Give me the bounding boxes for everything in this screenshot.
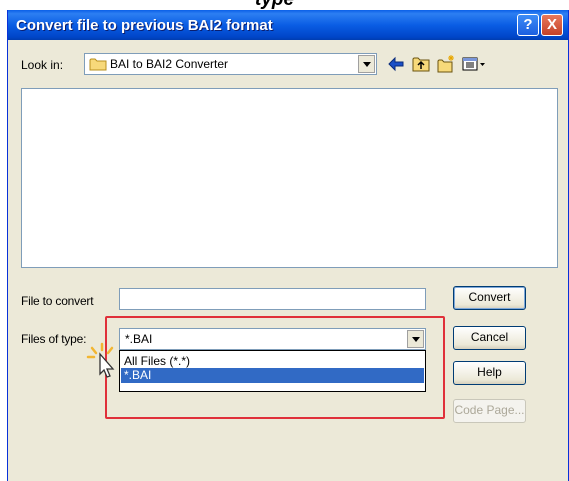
look-in-combobox[interactable]: BAI to BAI2 Converter	[84, 53, 377, 75]
help-title-button[interactable]: ?	[517, 14, 539, 36]
convert-button[interactable]: Convert	[453, 286, 526, 310]
folder-icon	[89, 58, 107, 71]
chevron-down-icon	[363, 62, 371, 67]
dialog-title: Convert file to previous BAI2 format	[16, 17, 273, 34]
back-arrow-icon[interactable]	[386, 54, 406, 74]
new-folder-icon[interactable]	[436, 54, 456, 74]
close-title-button[interactable]: X	[541, 14, 563, 36]
cancel-button[interactable]: Cancel	[453, 326, 526, 350]
cursor-click-icon	[86, 342, 115, 378]
code-page-button[interactable]: Code Page...	[453, 399, 526, 423]
cropped-text: type	[255, 0, 294, 10]
cropped-heading-fragment: type	[0, 0, 569, 10]
file-to-convert-input[interactable]	[119, 288, 426, 310]
file-list-pane[interactable]	[21, 88, 558, 268]
look-in-value: BAI to BAI2 Converter	[110, 57, 229, 71]
files-of-type-label: Files of type:	[21, 332, 87, 346]
red-highlight-annotation	[105, 316, 445, 419]
file-to-convert-label: File to convert	[21, 294, 94, 308]
look-in-dropdown-button[interactable]	[358, 55, 375, 73]
view-menu-icon[interactable]	[461, 54, 487, 74]
help-button[interactable]: Help	[453, 361, 526, 385]
convert-dialog: Convert file to previous BAI2 format ? X…	[7, 10, 569, 481]
title-bar: Convert file to previous BAI2 format ? X	[8, 10, 568, 40]
up-folder-icon[interactable]	[411, 54, 431, 74]
look-in-label: Look in:	[21, 58, 64, 72]
